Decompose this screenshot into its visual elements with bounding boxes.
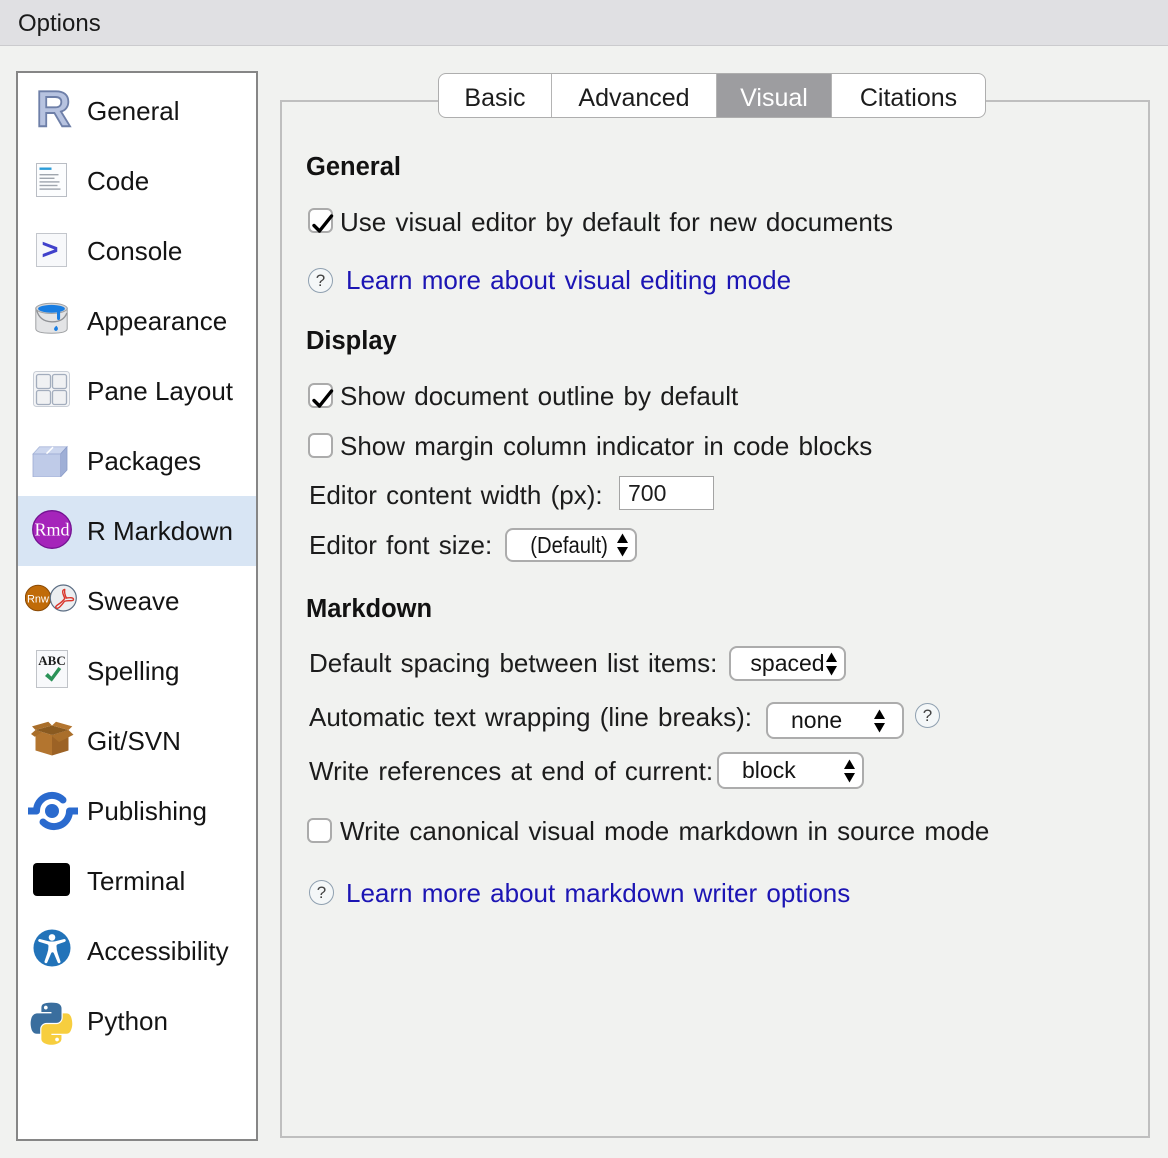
svg-text:Rnw: Rnw <box>27 594 49 606</box>
svg-text:Rmd: Rmd <box>34 520 69 540</box>
svg-text:ABC: ABC <box>38 653 65 668</box>
svg-text:R: R <box>36 81 71 138</box>
svg-text:>: > <box>42 234 59 266</box>
